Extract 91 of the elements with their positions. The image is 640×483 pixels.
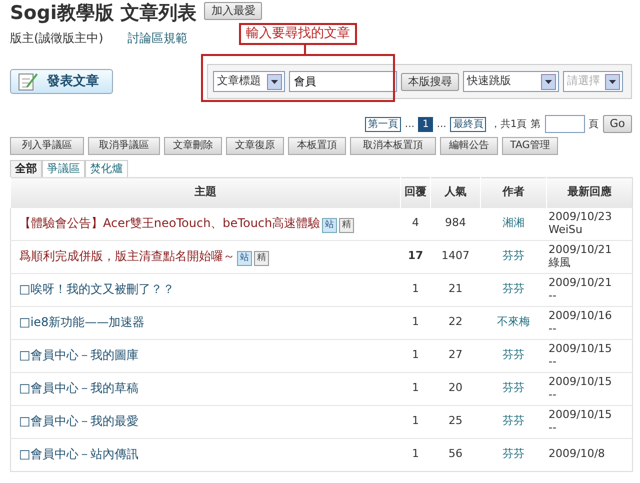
tab[interactable]: 全部 [10, 160, 42, 177]
last-reply-user: -- [548, 356, 558, 368]
last-reply-user: -- [548, 422, 558, 434]
caret-icon [266, 74, 282, 90]
author-link[interactable]: 芬芬 [502, 447, 524, 460]
caret-icon [540, 74, 556, 90]
search-field[interactable]: 會員 [288, 71, 397, 92]
reply-count: 1 [412, 414, 419, 428]
topic-link[interactable]: □唉呀！我的文又被刪了？？ [19, 282, 174, 296]
last-reply-date: 2009/10/21 [548, 244, 613, 256]
author-link[interactable]: 湘湘 [502, 216, 524, 230]
reply-count: 1 [412, 315, 419, 328]
last-reply-date: 2009/10/15 [548, 376, 613, 388]
tab[interactable]: 焚化爐 [85, 160, 128, 177]
page-field[interactable] [544, 115, 585, 133]
admin-button[interactable]: 本板置頂 [288, 137, 346, 155]
last-reply-user: -- [548, 388, 558, 401]
author-link[interactable]: 芬芬 [502, 381, 524, 394]
notepad-icon [17, 72, 39, 92]
column-header: 主題 [10, 178, 400, 207]
column-header: 最新回應 [546, 178, 632, 207]
author-link[interactable]: 芬芬 [502, 414, 524, 428]
admin-button[interactable]: 列入爭議區 [10, 137, 84, 155]
favorite-button[interactable]: 加入最愛 [204, 2, 262, 20]
site-tag: 站 [322, 218, 338, 233]
site-tag: 站 [237, 251, 252, 266]
goto-label: 第 [530, 118, 541, 132]
last-reply-user: -- [548, 322, 558, 335]
reply-count: 1 [412, 348, 419, 362]
field-select[interactable]: 文章標題 [212, 71, 285, 92]
last-reply-user: WeiSu [548, 224, 584, 236]
view-count: 21 [448, 282, 462, 296]
elite-tag: 精 [254, 251, 269, 266]
admin-button[interactable]: 文章刪除 [164, 137, 222, 155]
reply-count: 4 [412, 216, 419, 230]
ellipsis-text: ... [404, 118, 414, 132]
topic-link[interactable]: □會員中心－站內傳訊 [19, 447, 138, 462]
goto-label: 頁 [588, 118, 599, 132]
page-total: ，共1頁 [490, 118, 527, 132]
search-button[interactable]: 本版搜尋 [400, 72, 459, 90]
author-link[interactable]: 芬芬 [502, 282, 524, 296]
caret-icon [604, 74, 620, 90]
topic-link[interactable]: 爲順利完成併版，版主清查點名開始囉～ [19, 249, 235, 263]
rules-link[interactable]: 討論區規範 [127, 30, 188, 46]
last-page-link[interactable]: 最終頁 [450, 116, 486, 132]
column-header: 回覆 [400, 178, 430, 207]
author-link[interactable]: 芬芬 [502, 348, 524, 362]
moderator-text: 版主(誠徵版主中) [10, 30, 104, 46]
last-reply-date: 2009/10/23 [548, 211, 613, 224]
view-count: 22 [448, 315, 462, 328]
topic-link[interactable]: □會員中心－我的草稿 [19, 381, 138, 396]
view-count: 20 [448, 381, 462, 394]
topic-link[interactable]: □會員中心－我的圖庫 [19, 348, 138, 362]
reply-count: 1 [412, 381, 419, 394]
author-link[interactable]: 不來梅 [497, 315, 530, 328]
view-count: 25 [448, 414, 462, 428]
view-count: 984 [445, 216, 466, 230]
last-reply-date: 2009/10/8 [548, 448, 606, 461]
last-reply-date: 2009/10/15 [548, 343, 613, 356]
page-title: Sogi教學版 文章列表 [10, 2, 196, 24]
last-reply-date: 2009/10/16 [548, 310, 613, 322]
admin-button[interactable]: 取消爭議區 [88, 137, 160, 155]
reply-count: 1 [412, 282, 419, 296]
ellipsis-text: ... [436, 118, 446, 132]
column-header: 人氣 [430, 178, 480, 207]
author-link[interactable]: 芬芬 [502, 249, 524, 262]
post-button[interactable]: 發表文章 [10, 69, 113, 94]
page-link[interactable]: 1 [418, 116, 433, 132]
admin-button[interactable]: TAG管理 [502, 137, 558, 155]
reply-count: 17 [408, 249, 424, 262]
last-reply-date: 2009/10/15 [548, 409, 613, 422]
last-reply-date: 2009/10/21 [548, 277, 613, 290]
go-button[interactable]: Go [602, 115, 632, 133]
jump-select[interactable]: 快速跳版 [462, 71, 559, 92]
topic-link[interactable]: □會員中心－我的最愛 [19, 414, 138, 428]
admin-button[interactable]: 文章復原 [226, 137, 284, 155]
topic-link[interactable]: 【體驗會公告】Acer雙王neoTouch、beTouch高速體驗 [19, 216, 320, 230]
column-header: 作者 [480, 178, 546, 207]
callout-label: 輸入要尋找的文章 [239, 23, 357, 45]
last-reply-user: -- [548, 290, 558, 302]
last-reply-user: 綠風 [548, 256, 572, 269]
topic-link[interactable]: □ie8新功能——加速器 [19, 315, 145, 330]
elite-tag: 精 [339, 218, 354, 233]
view-count: 1407 [442, 249, 470, 262]
view-count: 27 [448, 348, 462, 362]
admin-button[interactable]: 編輯公告 [440, 137, 498, 155]
admin-button[interactable]: 取消本板置頂 [350, 137, 436, 155]
reply-count: 1 [412, 447, 419, 460]
tab[interactable]: 爭議區 [42, 160, 85, 177]
first-page-link[interactable]: 第一頁 [364, 116, 401, 132]
view-count: 56 [448, 447, 462, 460]
